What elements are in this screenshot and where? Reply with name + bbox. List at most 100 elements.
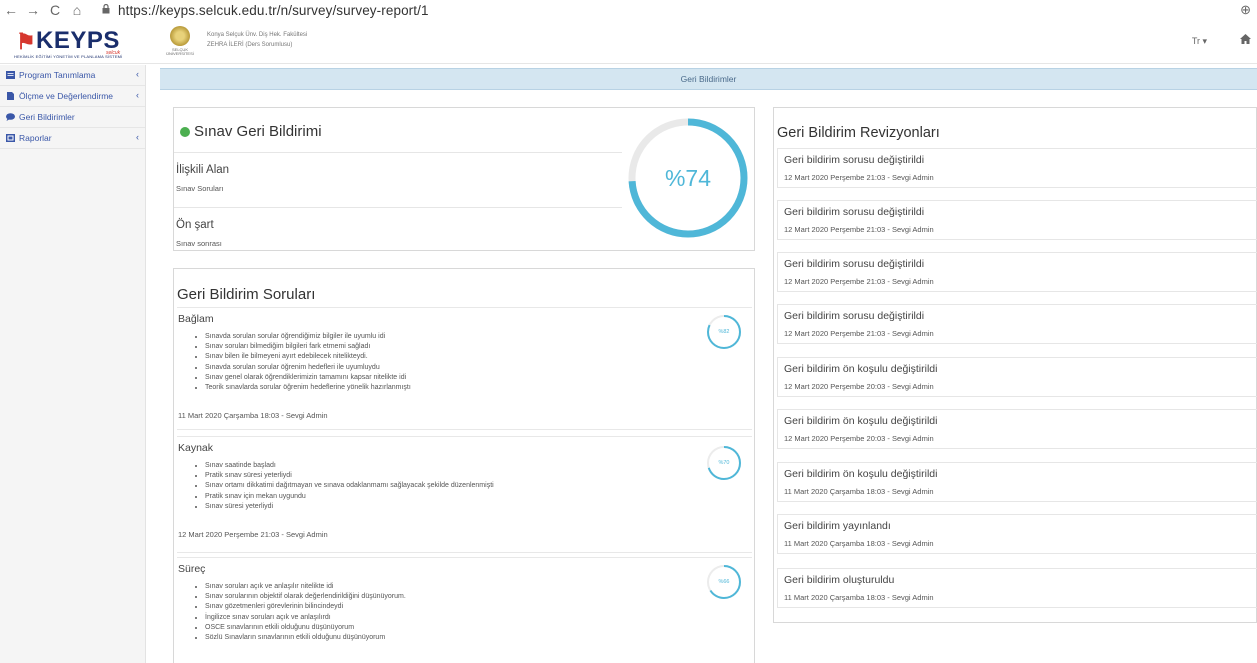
questions-panel: Geri Bildirim Soruları Bağlam Sınavda so… bbox=[173, 268, 755, 663]
question-section: Süreç Sınav soruları açık ve anlaşılır n… bbox=[177, 557, 752, 663]
revision-name: Geri bildirim sorusu değiştirildi bbox=[784, 206, 925, 218]
section-gauge: %82 bbox=[705, 313, 743, 351]
list-item: Sınav soruları açık ve anlaşılır nitelik… bbox=[205, 582, 406, 592]
sidebar-item-label: Raporlar bbox=[19, 133, 52, 143]
sidebar-item-feedback[interactable]: Geri Bildirimler bbox=[0, 107, 145, 128]
book-icon bbox=[6, 71, 15, 79]
browser-toolbar: ← → C ⌂ https://keyps.selcuk.edu.tr/n/su… bbox=[0, 0, 1257, 20]
section-date: 12 Mart 2020 Perşembe 21:03 - Sevgi Admi… bbox=[178, 530, 328, 539]
revision-item: Geri bildirim sorusu değiştirildi 12 Mar… bbox=[777, 252, 1257, 292]
sidebar-item-label: Ölçme ve Değerlendirme bbox=[19, 91, 114, 101]
chevron-left-icon: ‹ bbox=[136, 132, 139, 142]
question-list: Sınavda sorulan sorular öğrendiğimiz bil… bbox=[205, 332, 411, 393]
list-item: İngilizce sınav soruları açık ve anlaşıl… bbox=[205, 613, 406, 623]
section-gauge-label: %82 bbox=[718, 329, 730, 335]
language-select[interactable]: Tr ▾ bbox=[1192, 36, 1207, 47]
revision-name: Geri bildirim oluşturuldu bbox=[784, 574, 895, 586]
sidebar-item-label: Program Tanımlama bbox=[19, 70, 96, 80]
section-heading: Bağlam bbox=[178, 313, 214, 325]
revision-item: Geri bildirim sorusu değiştirildi 12 Mar… bbox=[777, 148, 1257, 188]
revision-name: Geri bildirim ön koşulu değiştirildi bbox=[784, 363, 938, 375]
sidebar: Program Tanımlama ‹ Ölçme ve Değerlendir… bbox=[0, 65, 146, 663]
revision-date: 12 Mart 2020 Perşembe 20:03 - Sevgi Admi… bbox=[784, 434, 934, 443]
sidebar-item-reports[interactable]: Raporlar ‹ bbox=[0, 128, 145, 149]
faculty-name: Konya Selçuk Ünv. Diş Hek. Fakültesi bbox=[207, 32, 308, 38]
zoom-icon[interactable]: ⊕ bbox=[1240, 2, 1251, 18]
section-heading: Süreç bbox=[178, 563, 206, 575]
section-heading: Kaynak bbox=[178, 442, 214, 454]
section-gauge: %66 bbox=[705, 563, 743, 601]
related-area-label: İlişkili Alan bbox=[176, 164, 230, 176]
divider bbox=[174, 207, 622, 208]
revision-date: 12 Mart 2020 Perşembe 21:03 - Sevgi Admi… bbox=[784, 329, 934, 338]
revision-name: Geri bildirim yayınlandı bbox=[784, 520, 891, 532]
summary-title-text: Sınav Geri Bildirimi bbox=[194, 123, 322, 140]
revision-name: Geri bildirim ön koşulu değiştirildi bbox=[784, 415, 938, 427]
revision-item: Geri bildirim oluşturuldu 11 Mart 2020 Ç… bbox=[777, 568, 1257, 608]
list-item: Sınav gözetmenleri görevlerinin bilincin… bbox=[205, 602, 406, 612]
question-section: Kaynak Sınav saatinde başladı Pratik sın… bbox=[177, 436, 752, 553]
document-icon bbox=[6, 92, 15, 100]
section-gauge: %70 bbox=[705, 444, 743, 482]
list-item: Sınav sorularının objektif olarak değerl… bbox=[205, 592, 406, 602]
score-gauge: %74 bbox=[626, 116, 750, 240]
app-header: ⚑ KEYPS selcuk HEKİMLİK EĞİTİMİ YÖNETİM … bbox=[0, 20, 1257, 64]
status-dot-icon bbox=[180, 126, 190, 137]
logo-subtitle: HEKİMLİK EĞİTİMİ YÖNETİM VE PLANLAMA SİS… bbox=[14, 54, 123, 59]
list-item: Sınav süresi yeterliydi bbox=[205, 502, 494, 512]
revision-name: Geri bildirim sorusu değiştirildi bbox=[784, 310, 925, 322]
sidebar-item-label: Geri Bildirimler bbox=[19, 112, 75, 122]
revision-item: Geri bildirim yayınlandı 11 Mart 2020 Ça… bbox=[777, 514, 1257, 554]
summary-panel: Sınav Geri Bildirimi İlişkili Alan Sınav… bbox=[173, 107, 755, 251]
university-seal-icon bbox=[170, 26, 190, 46]
revision-date: 12 Mart 2020 Perşembe 21:03 - Sevgi Admi… bbox=[784, 277, 934, 286]
prerequisite-value: Sınav sonrası bbox=[176, 239, 222, 248]
question-list: Sınav saatinde başladı Pratik sınav süre… bbox=[205, 461, 494, 512]
address-bar[interactable]: https://keyps.selcuk.edu.tr/n/survey/sur… bbox=[118, 3, 429, 18]
revisions-panel: Geri Bildirim Revizyonları Geri bildirim… bbox=[773, 107, 1257, 623]
user-info: Konya Selçuk Ünv. Diş Hek. Fakültesi ZEH… bbox=[207, 30, 307, 50]
list-item: Teorik sınavlarda sorular öğrenim hedefl… bbox=[205, 383, 411, 393]
user-name: ZEHRA İLERİ (Ders Sorumlusu) bbox=[207, 42, 293, 48]
revision-date: 11 Mart 2020 Çarşamba 18:03 - Sevgi Admi… bbox=[784, 593, 934, 602]
list-item: Sınavda sorulan sorular öğrenim hedefler… bbox=[205, 363, 411, 373]
forward-arrow-icon[interactable]: → bbox=[22, 2, 44, 18]
report-icon bbox=[6, 134, 15, 142]
section-gauge-label: %66 bbox=[718, 579, 730, 585]
revision-date: 12 Mart 2020 Perşembe 21:03 - Sevgi Admi… bbox=[784, 173, 934, 182]
section-date: 11 Mart 2020 Çarşamba 18:03 - Sevgi Admi… bbox=[178, 411, 328, 420]
home-icon[interactable] bbox=[1240, 34, 1251, 47]
revision-date: 12 Mart 2020 Perşembe 21:03 - Sevgi Admi… bbox=[784, 225, 934, 234]
page-title: Geri Bildirimler bbox=[160, 68, 1257, 90]
reload-icon[interactable]: C bbox=[44, 2, 66, 18]
keyps-logo[interactable]: ⚑ KEYPS selcuk HEKİMLİK EĞİTİMİ YÖNETİM … bbox=[10, 26, 140, 62]
question-section: Bağlam Sınavda sorulan sorular öğrendiği… bbox=[177, 307, 752, 430]
running-figure-icon: ⚑ bbox=[16, 29, 36, 54]
list-item: Sınav bilen ile bilmeyeni ayırt edebilec… bbox=[205, 352, 411, 362]
section-gauge-label: %70 bbox=[718, 460, 730, 466]
back-arrow-icon[interactable]: ← bbox=[0, 2, 22, 18]
university-name: SELÇUK ÜNİVERSİTESİ bbox=[166, 47, 194, 56]
summary-title: Sınav Geri Bildirimi bbox=[180, 123, 322, 140]
questions-title: Geri Bildirim Soruları bbox=[177, 286, 316, 303]
list-item: Sınavda sorulan sorular öğrendiğimiz bil… bbox=[205, 332, 411, 342]
list-item: OSCE sınavlarının etkili olduğunu düşünü… bbox=[205, 623, 406, 633]
revisions-title: Geri Bildirim Revizyonları bbox=[777, 125, 940, 141]
list-item: Sözlü Sınavların sınavlarının etkili old… bbox=[205, 633, 406, 643]
list-item: Sınav ortamı dikkatimi dağıtmayan ve sın… bbox=[205, 481, 494, 491]
revision-name: Geri bildirim ön koşulu değiştirildi bbox=[784, 468, 938, 480]
revision-date: 11 Mart 2020 Çarşamba 18:03 - Sevgi Admi… bbox=[784, 539, 934, 548]
revision-item: Geri bildirim ön koşulu değiştirildi 11 … bbox=[777, 462, 1257, 502]
sidebar-item-program[interactable]: Program Tanımlama ‹ bbox=[0, 65, 145, 86]
home-icon[interactable]: ⌂ bbox=[66, 2, 88, 18]
chat-icon bbox=[6, 113, 15, 121]
lock-icon bbox=[102, 3, 110, 17]
chevron-left-icon: ‹ bbox=[136, 90, 139, 100]
revision-item: Geri bildirim sorusu değiştirildi 12 Mar… bbox=[777, 304, 1257, 344]
revision-date: 12 Mart 2020 Perşembe 20:03 - Sevgi Admi… bbox=[784, 382, 934, 391]
university-logo: SELÇUK ÜNİVERSİTESİ bbox=[160, 26, 200, 60]
list-item: Pratik sınav süresi yeterliydi bbox=[205, 471, 494, 481]
revision-date: 11 Mart 2020 Çarşamba 18:03 - Sevgi Admi… bbox=[784, 487, 934, 496]
sidebar-item-assessment[interactable]: Ölçme ve Değerlendirme ‹ bbox=[0, 86, 145, 107]
divider bbox=[174, 152, 622, 153]
